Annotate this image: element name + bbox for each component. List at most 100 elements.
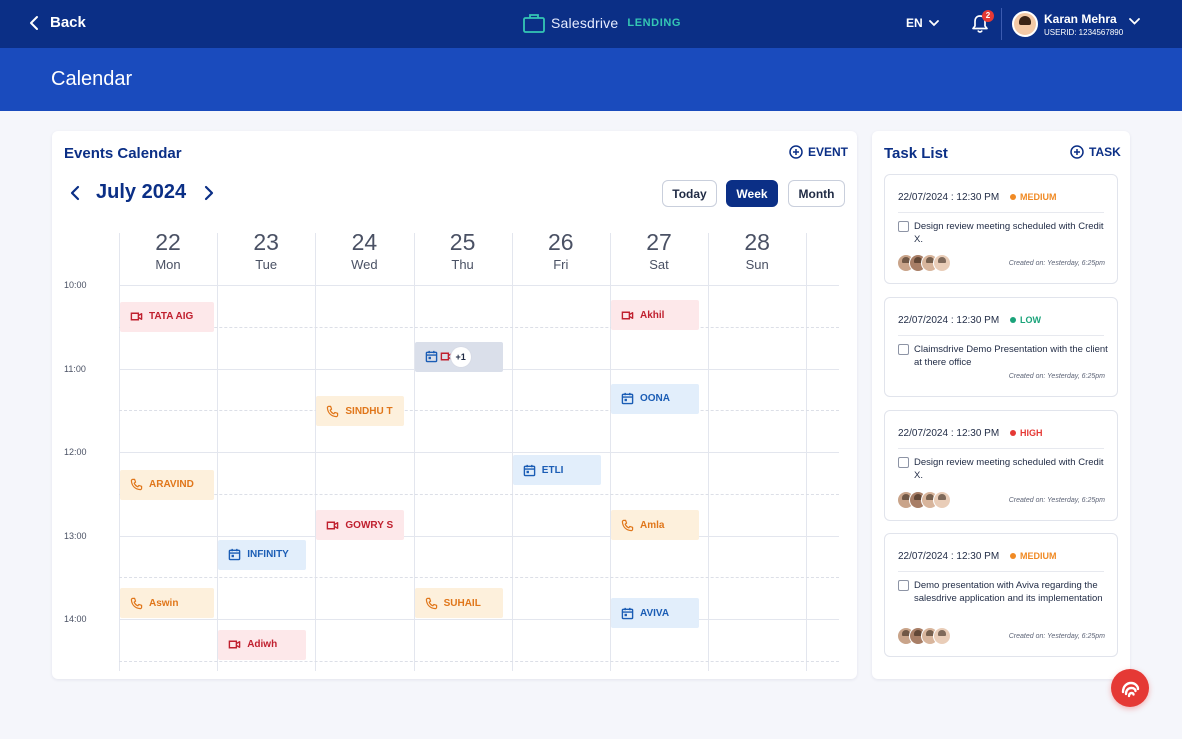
event-label: ETLI: [541, 464, 564, 476]
support-chat-button[interactable]: [1111, 669, 1149, 707]
task-checkbox[interactable]: [898, 457, 909, 468]
day-header-sun[interactable]: 28 Sun: [708, 229, 806, 272]
calendar-event[interactable]: ARAVIND: [120, 469, 214, 500]
language-selector[interactable]: EN: [906, 16, 939, 30]
day-number: 27: [646, 229, 672, 255]
video-icon: [228, 640, 241, 649]
back-label: Back: [50, 14, 86, 31]
more-events-badge[interactable]: +1: [450, 346, 471, 367]
prev-week-button[interactable]: [66, 182, 84, 204]
language-label: EN: [906, 16, 923, 30]
calendar-event[interactable]: SINDHU T: [316, 396, 405, 427]
add-task-button[interactable]: TASK: [1070, 145, 1121, 159]
event-label: AVIVA: [640, 607, 670, 619]
add-event-label: EVENT: [808, 145, 849, 159]
calendar-icon: [228, 549, 241, 561]
events-calendar-card: Events Calendar EVENT July 2024 Today We…: [52, 131, 857, 679]
calendar-icon: [425, 351, 437, 363]
calendar-event[interactable]: OONA: [611, 383, 699, 414]
task-card[interactable]: 22/07/2024 : 12:30 PM MEDIUM Design review…: [884, 174, 1118, 284]
task-date: 22/07/2024 : 12:30 PM: [898, 551, 1000, 562]
time-label: 12:00: [64, 447, 87, 457]
events-calendar-title: Events Calendar: [64, 145, 182, 162]
priority-dot: [1010, 194, 1016, 200]
task-checkbox[interactable]: [898, 344, 909, 355]
day-name: Thu: [451, 257, 474, 272]
day-header-mon[interactable]: 22 Mon: [119, 229, 217, 272]
day-header-tue[interactable]: 23 Tue: [217, 229, 315, 272]
chevron-right-icon: [204, 185, 214, 200]
week-grid: 22 Mon 23 Tue 24 Wed 25 Thu 26 Fri 27 Sat 28 Sun 10:00…: [52, 221, 857, 671]
day-number: 26: [548, 229, 574, 255]
video-icon: [621, 311, 634, 319]
view-week-button[interactable]: Week: [726, 180, 778, 207]
briefcase-icon: [523, 14, 545, 33]
task-card[interactable]: 22/07/2024 : 12:30 PM LOW Claimsdrive Demo…: [884, 297, 1118, 397]
priority-label: LOW: [1020, 315, 1041, 325]
day-header-thu[interactable]: 25 Thu: [414, 229, 512, 272]
day-header-sat[interactable]: 27 Sat: [610, 229, 708, 272]
task-card[interactable]: 22/07/2024 : 12:30 PM MEDIUM Demo presenta…: [884, 533, 1118, 657]
calendar-event[interactable]: Akhil: [611, 300, 699, 331]
next-week-button[interactable]: [200, 182, 218, 204]
page-title-bar: Calendar: [0, 48, 1182, 111]
calendar-event[interactable]: +1: [414, 341, 503, 372]
view-today-button[interactable]: Today: [662, 180, 717, 207]
day-number: 24: [351, 229, 378, 255]
task-card[interactable]: 22/07/2024 : 12:30 PM HIGH Design review m…: [884, 410, 1118, 521]
time-label: 11:00: [64, 363, 86, 374]
chevron-down-icon[interactable]: [1129, 18, 1140, 25]
task-created-time: Created on: Yesterday, 6:25pm: [1008, 497, 1105, 504]
day-name: Fri: [553, 257, 569, 272]
calendar-event[interactable]: SUHAIL: [414, 588, 503, 619]
day-name: Tue: [255, 257, 278, 272]
half-hour-line: [119, 660, 839, 662]
chevron-left-icon: [70, 185, 80, 200]
task-date: 22/07/2024 : 12:30 PM: [898, 428, 1000, 439]
top-bar: Back Salesdrive LENDING EN 2 Karan Mehra…: [0, 0, 1182, 48]
task-checkbox[interactable]: [898, 221, 909, 232]
day-header-fri[interactable]: 26 Fri: [512, 229, 610, 272]
task-date: 22/07/2024 : 12:30 PM: [898, 192, 1000, 203]
notifications-button[interactable]: 2: [971, 10, 994, 34]
task-list-card: Task List TASK 22/07/2024 : 12:30 PM MEDI…: [872, 131, 1130, 679]
phone-icon: [327, 405, 339, 417]
video-icon: [327, 521, 339, 530]
half-hour-line: [119, 577, 839, 579]
back-button[interactable]: Back: [28, 14, 86, 31]
day-header-wed[interactable]: 24 Wed: [315, 229, 413, 272]
calendar-event[interactable]: ETLI: [512, 455, 601, 486]
half-hour-line: [119, 493, 839, 495]
event-label: SUHAIL: [443, 597, 481, 609]
month-navigator: July 2024: [66, 181, 218, 204]
priority-dot: [1010, 430, 1016, 436]
calendar-icon: [621, 607, 634, 619]
task-checkbox[interactable]: [898, 580, 909, 591]
header-divider: [1001, 8, 1002, 40]
task-created-time: Created on: Yesterday, 6:25pm: [1008, 373, 1105, 380]
task-created-time: Created on: Yesterday, 6:25pm: [1008, 633, 1105, 640]
calendar-event[interactable]: AVIVA: [611, 598, 699, 629]
view-month-button[interactable]: Month: [788, 180, 845, 207]
user-menu[interactable]: Karan Mehra USERID: 1234567890: [1012, 11, 1123, 37]
half-hour-line: [119, 326, 839, 328]
calendar-event[interactable]: GOWRY S: [316, 510, 405, 541]
assignee-avatars: [897, 491, 951, 509]
task-divider: [898, 448, 1104, 449]
calendar-event[interactable]: Amla: [611, 510, 699, 541]
add-event-button[interactable]: EVENT: [789, 145, 848, 159]
plus-circle-icon: [789, 145, 803, 159]
day-number: 22: [155, 229, 181, 255]
chat-logo-icon: [1121, 681, 1140, 698]
phone-icon: [621, 519, 634, 532]
time-label: 10:00: [64, 280, 87, 290]
avatar: [1012, 11, 1038, 37]
calendar-event[interactable]: Adiwh: [218, 629, 307, 660]
phone-icon: [425, 597, 437, 609]
calendar-event[interactable]: TATA AIG: [120, 301, 214, 332]
calendar-event[interactable]: Aswin: [120, 588, 214, 619]
half-hour-line: [119, 410, 839, 412]
phone-icon: [130, 597, 143, 609]
brand-name: Salesdrive: [551, 15, 619, 31]
calendar-event[interactable]: INFINITY: [218, 539, 307, 570]
